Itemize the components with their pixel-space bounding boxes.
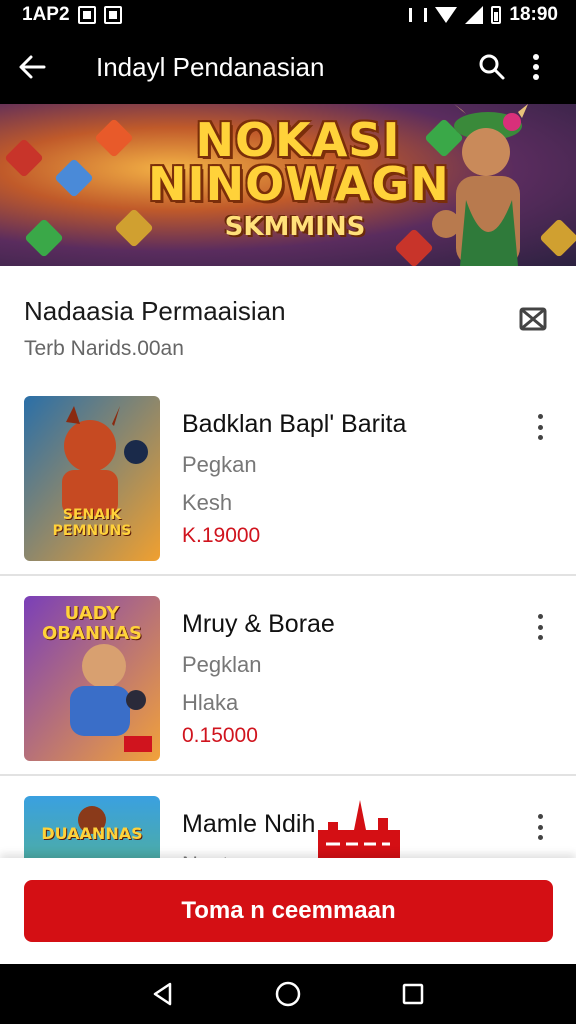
section-subtitle: Terb Narids.00an: [24, 337, 184, 360]
gem-decoration: [4, 138, 44, 178]
item-price: K.19000: [182, 524, 261, 547]
nav-home-icon: [275, 981, 301, 1007]
banner-title: NOKASI NINOWAGN: [148, 113, 450, 211]
game-thumbnail-title: DUAANNAS: [41, 824, 143, 843]
hero-character-image: [432, 104, 528, 266]
page-title: Indayl Pendanasian: [96, 51, 325, 82]
more-dot: [537, 435, 543, 440]
item-more-button[interactable]: [530, 812, 550, 842]
search-button[interactable]: [470, 45, 514, 89]
section-header: Nadaasia Permaaisian Terb Narids.00an: [0, 266, 576, 376]
gem-decoration: [54, 158, 94, 198]
banner-title-line2: NINOWAGN: [148, 157, 450, 211]
list-item[interactable]: SENAIK PEMNUNS Badklan Bapl' Barita Pegk…: [0, 376, 576, 576]
status-bar: 1AP2 18:90: [0, 0, 576, 30]
nav-back-icon: [153, 982, 171, 1006]
nav-back-button[interactable]: [143, 974, 183, 1014]
item-detail: Kesh: [182, 490, 233, 515]
status-time: 18:90: [509, 4, 558, 25]
status-left-text: 1AP2: [22, 4, 70, 25]
signal-icon: [465, 6, 484, 24]
back-button[interactable]: [18, 47, 58, 87]
back-arrow-icon: [19, 55, 46, 79]
item-more-button[interactable]: [530, 412, 550, 442]
item-more-button[interactable]: [530, 612, 550, 642]
game-thumbnail[interactable]: SENAIK PEMNUNS: [24, 396, 160, 561]
primary-cta-button[interactable]: Toma n ceemmaan: [24, 880, 553, 942]
more-dot: [537, 835, 543, 840]
bottom-action-panel: Toma n ceemmaan: [0, 858, 576, 964]
search-icon: [479, 54, 505, 80]
gem-decoration: [94, 118, 134, 158]
game-thumbnail[interactable]: UADY OBANNAS: [24, 596, 160, 761]
item-name[interactable]: Mruy & Borae: [182, 610, 335, 639]
gem-decoration: [114, 208, 154, 248]
game-thumbnail-title: UADY OBANNAS: [42, 603, 142, 644]
more-vert-icon: [533, 54, 539, 80]
nav-home-button[interactable]: [268, 974, 308, 1014]
item-category: Pegklan: [182, 652, 262, 677]
item-name[interactable]: Mamle Ndih: [182, 810, 315, 839]
status-right: 18:90: [409, 4, 558, 26]
system-nav-bar: [0, 964, 576, 1024]
notification-icon: [77, 6, 96, 24]
list-item[interactable]: UADY OBANNAS Mruy & Borae Pegklan Hlaka …: [0, 576, 576, 776]
close-box-icon[interactable]: [518, 304, 548, 334]
more-dot: [537, 814, 543, 819]
castle-badge-icon: [318, 800, 400, 860]
more-dot: [537, 414, 543, 419]
nav-recents-icon: [403, 983, 424, 1005]
more-dot: [537, 614, 543, 619]
more-dot: [537, 424, 543, 430]
item-category: Pegkan: [182, 452, 257, 477]
gem-decoration: [24, 218, 64, 258]
battery-icon: [491, 6, 502, 24]
item-detail: Hlaka: [182, 690, 239, 715]
item-price: 0.15000: [182, 724, 258, 747]
vibrate-icon: [409, 8, 428, 22]
section-title: Nadaasia Permaaisian: [24, 296, 286, 326]
status-left: 1AP2: [22, 4, 122, 26]
promo-banner[interactable]: NOKASI NINOWAGN SKMMINS: [0, 104, 576, 266]
app-bar: Indayl Pendanasian: [0, 30, 576, 104]
banner-subtitle: SKMMINS: [224, 212, 366, 242]
game-thumbnail-title: SENAIK PEMNUNS: [52, 507, 132, 539]
more-dot: [537, 635, 543, 640]
item-name[interactable]: Badklan Bapl' Barita: [182, 410, 406, 439]
more-dot: [537, 824, 543, 830]
image-notification-icon: [103, 6, 122, 24]
more-options-button[interactable]: [514, 45, 558, 89]
nav-recents-button[interactable]: [393, 974, 433, 1014]
banner-title-line1: NOKASI: [195, 113, 401, 167]
wifi-icon: [435, 7, 458, 23]
more-dot: [537, 624, 543, 630]
